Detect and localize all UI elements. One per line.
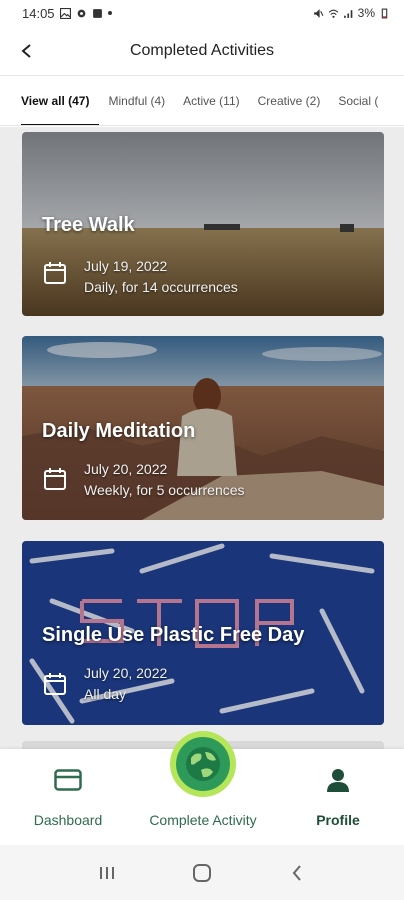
nav-profile[interactable]: Profile [294, 749, 382, 845]
signal-icon [343, 9, 353, 18]
person-icon [327, 769, 349, 792]
notification-icon [92, 8, 102, 18]
nav-complete-label: Complete Activity [149, 812, 257, 828]
tab-active[interactable]: Active (11) [174, 76, 248, 125]
mute-icon [313, 8, 324, 18]
app-header: Completed Activities [0, 26, 404, 76]
activity-date: July 20, 2022 [84, 461, 168, 477]
calendar-icon [44, 262, 66, 284]
activity-date: July 19, 2022 [84, 258, 168, 274]
activity-card[interactable]: Daily Meditation July 20, 2022 Weekly, f… [22, 336, 384, 520]
nav-dashboard[interactable]: Dashboard [22, 749, 114, 845]
wifi-icon [328, 9, 338, 18]
activity-title: Daily Meditation [42, 420, 196, 442]
nav-profile-label: Profile [316, 812, 360, 828]
calendar-icon [44, 673, 66, 695]
activity-date: July 20, 2022 [84, 665, 168, 681]
gallery-icon [59, 7, 71, 19]
home-icon [192, 863, 211, 882]
globe-icon [186, 747, 220, 781]
system-back-button[interactable] [282, 858, 312, 888]
calendar-icon [44, 468, 66, 490]
tab-view-all[interactable]: View all (47) [0, 76, 100, 125]
activity-card[interactable]: Tree Walk July 19, 2022 Daily, for 14 oc… [22, 132, 384, 316]
activity-frequency: Weekly, for 5 occurrences [84, 482, 245, 498]
more-notifications-dot [107, 11, 112, 15]
activity-title: Tree Walk [42, 214, 135, 236]
activity-title: Single Use Plastic Free Day [42, 624, 305, 646]
tab-social[interactable]: Social ( [329, 76, 387, 125]
recent-apps-button[interactable] [92, 858, 122, 888]
complete-activity-button[interactable] [170, 731, 236, 797]
activity-frequency: Daily, for 14 occurrences [84, 279, 238, 295]
battery-level: 3% [357, 6, 375, 20]
tab-mindful[interactable]: Mindful (4) [99, 76, 174, 125]
category-tabs: View all (47) Mindful (4) Active (11) Cr… [0, 76, 404, 126]
tab-creative[interactable]: Creative (2) [249, 76, 330, 125]
status-bar: 14:05 3% [0, 0, 404, 26]
activity-list[interactable]: Tree Walk July 19, 2022 Daily, for 14 oc… [0, 127, 404, 749]
home-button[interactable] [187, 858, 217, 888]
nav-dashboard-label: Dashboard [33, 812, 103, 828]
activity-card[interactable]: Single Use Plastic Free Day July 20, 202… [22, 541, 384, 725]
recent-apps-icon [100, 866, 115, 879]
page-title: Completed Activities [129, 41, 275, 59]
status-time: 14:05 [22, 5, 55, 21]
back-button[interactable] [14, 38, 40, 64]
card-icon [54, 769, 82, 791]
battery-icon [381, 8, 388, 18]
settings-icon [77, 9, 85, 17]
system-navigation-bar [0, 845, 404, 900]
back-icon [292, 864, 301, 881]
back-arrow-icon [21, 44, 31, 58]
activity-frequency: All day [84, 686, 127, 702]
